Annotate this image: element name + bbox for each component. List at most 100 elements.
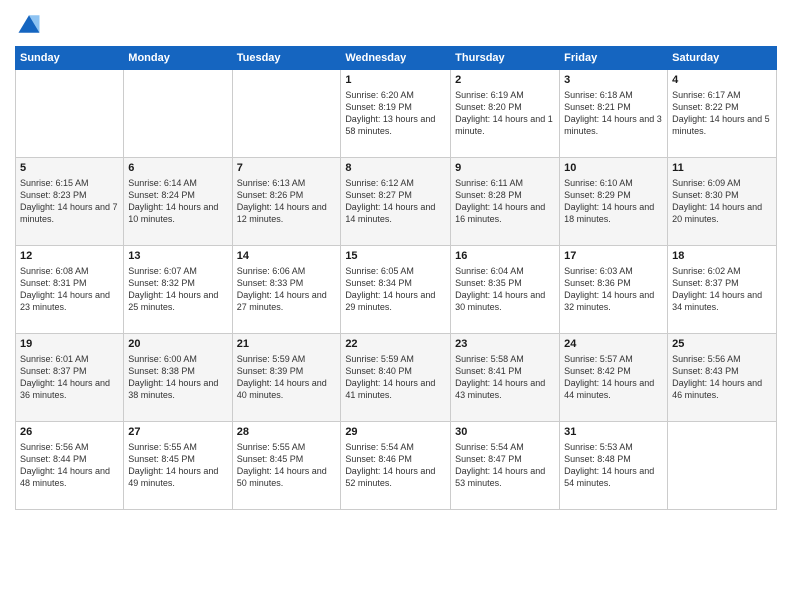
calendar-day-cell: 7Sunrise: 6:13 AMSunset: 8:26 PMDaylight…: [232, 158, 341, 246]
day-info: Sunrise: 6:08 AMSunset: 8:31 PMDaylight:…: [20, 265, 119, 314]
day-number: 31: [564, 425, 663, 440]
day-info: Sunrise: 5:55 AMSunset: 8:45 PMDaylight:…: [128, 441, 227, 490]
calendar-day-cell: 4Sunrise: 6:17 AMSunset: 8:22 PMDaylight…: [668, 70, 777, 158]
calendar-table: SundayMondayTuesdayWednesdayThursdayFrid…: [15, 46, 777, 510]
day-number: 7: [237, 161, 337, 176]
calendar-day-cell: 19Sunrise: 6:01 AMSunset: 8:37 PMDayligh…: [16, 334, 124, 422]
day-number: 14: [237, 249, 337, 264]
calendar-day-cell: 23Sunrise: 5:58 AMSunset: 8:41 PMDayligh…: [451, 334, 560, 422]
day-info: Sunrise: 6:06 AMSunset: 8:33 PMDaylight:…: [237, 265, 337, 314]
day-number: 4: [672, 73, 772, 88]
day-number: 24: [564, 337, 663, 352]
day-number: 1: [345, 73, 446, 88]
day-info: Sunrise: 6:18 AMSunset: 8:21 PMDaylight:…: [564, 89, 663, 138]
calendar-day-cell: 30Sunrise: 5:54 AMSunset: 8:47 PMDayligh…: [451, 422, 560, 510]
day-number: 27: [128, 425, 227, 440]
day-info: Sunrise: 6:05 AMSunset: 8:34 PMDaylight:…: [345, 265, 446, 314]
day-info: Sunrise: 6:03 AMSunset: 8:36 PMDaylight:…: [564, 265, 663, 314]
day-number: 10: [564, 161, 663, 176]
day-number: 22: [345, 337, 446, 352]
calendar-day-cell: 31Sunrise: 5:53 AMSunset: 8:48 PMDayligh…: [560, 422, 668, 510]
page: SundayMondayTuesdayWednesdayThursdayFrid…: [0, 0, 792, 612]
day-info: Sunrise: 5:53 AMSunset: 8:48 PMDaylight:…: [564, 441, 663, 490]
day-number: 9: [455, 161, 555, 176]
calendar-day-cell: 12Sunrise: 6:08 AMSunset: 8:31 PMDayligh…: [16, 246, 124, 334]
weekday-header: Sunday: [16, 47, 124, 70]
day-info: Sunrise: 6:15 AMSunset: 8:23 PMDaylight:…: [20, 177, 119, 226]
weekday-header: Tuesday: [232, 47, 341, 70]
calendar-day-cell: 11Sunrise: 6:09 AMSunset: 8:30 PMDayligh…: [668, 158, 777, 246]
calendar-day-cell: 13Sunrise: 6:07 AMSunset: 8:32 PMDayligh…: [124, 246, 232, 334]
calendar-day-cell: 5Sunrise: 6:15 AMSunset: 8:23 PMDaylight…: [16, 158, 124, 246]
calendar-day-cell: [16, 70, 124, 158]
day-info: Sunrise: 6:20 AMSunset: 8:19 PMDaylight:…: [345, 89, 446, 138]
calendar-day-cell: 1Sunrise: 6:20 AMSunset: 8:19 PMDaylight…: [341, 70, 451, 158]
calendar-week-row: 19Sunrise: 6:01 AMSunset: 8:37 PMDayligh…: [16, 334, 777, 422]
day-info: Sunrise: 6:17 AMSunset: 8:22 PMDaylight:…: [672, 89, 772, 138]
day-number: 29: [345, 425, 446, 440]
calendar-week-row: 1Sunrise: 6:20 AMSunset: 8:19 PMDaylight…: [16, 70, 777, 158]
day-number: 3: [564, 73, 663, 88]
calendar-day-cell: 28Sunrise: 5:55 AMSunset: 8:45 PMDayligh…: [232, 422, 341, 510]
day-info: Sunrise: 6:09 AMSunset: 8:30 PMDaylight:…: [672, 177, 772, 226]
header: [15, 10, 777, 38]
day-number: 8: [345, 161, 446, 176]
day-info: Sunrise: 5:56 AMSunset: 8:43 PMDaylight:…: [672, 353, 772, 402]
day-info: Sunrise: 5:54 AMSunset: 8:47 PMDaylight:…: [455, 441, 555, 490]
day-info: Sunrise: 5:59 AMSunset: 8:39 PMDaylight:…: [237, 353, 337, 402]
calendar-week-row: 26Sunrise: 5:56 AMSunset: 8:44 PMDayligh…: [16, 422, 777, 510]
calendar-day-cell: [668, 422, 777, 510]
day-number: 28: [237, 425, 337, 440]
calendar-day-cell: 22Sunrise: 5:59 AMSunset: 8:40 PMDayligh…: [341, 334, 451, 422]
calendar-day-cell: 24Sunrise: 5:57 AMSunset: 8:42 PMDayligh…: [560, 334, 668, 422]
calendar-week-row: 5Sunrise: 6:15 AMSunset: 8:23 PMDaylight…: [16, 158, 777, 246]
logo-icon: [15, 10, 43, 38]
calendar-day-cell: 17Sunrise: 6:03 AMSunset: 8:36 PMDayligh…: [560, 246, 668, 334]
weekday-header: Friday: [560, 47, 668, 70]
logo: [15, 10, 47, 38]
day-info: Sunrise: 6:11 AMSunset: 8:28 PMDaylight:…: [455, 177, 555, 226]
day-number: 26: [20, 425, 119, 440]
weekday-header: Thursday: [451, 47, 560, 70]
calendar-day-cell: 29Sunrise: 5:54 AMSunset: 8:46 PMDayligh…: [341, 422, 451, 510]
calendar-day-cell: 6Sunrise: 6:14 AMSunset: 8:24 PMDaylight…: [124, 158, 232, 246]
day-number: 19: [20, 337, 119, 352]
calendar-day-cell: 18Sunrise: 6:02 AMSunset: 8:37 PMDayligh…: [668, 246, 777, 334]
day-info: Sunrise: 6:14 AMSunset: 8:24 PMDaylight:…: [128, 177, 227, 226]
day-info: Sunrise: 6:19 AMSunset: 8:20 PMDaylight:…: [455, 89, 555, 138]
day-info: Sunrise: 6:01 AMSunset: 8:37 PMDaylight:…: [20, 353, 119, 402]
day-info: Sunrise: 5:56 AMSunset: 8:44 PMDaylight:…: [20, 441, 119, 490]
day-number: 15: [345, 249, 446, 264]
day-number: 17: [564, 249, 663, 264]
calendar-day-cell: 10Sunrise: 6:10 AMSunset: 8:29 PMDayligh…: [560, 158, 668, 246]
calendar-day-cell: 8Sunrise: 6:12 AMSunset: 8:27 PMDaylight…: [341, 158, 451, 246]
day-info: Sunrise: 6:00 AMSunset: 8:38 PMDaylight:…: [128, 353, 227, 402]
day-info: Sunrise: 6:13 AMSunset: 8:26 PMDaylight:…: [237, 177, 337, 226]
weekday-header: Wednesday: [341, 47, 451, 70]
calendar-day-cell: 20Sunrise: 6:00 AMSunset: 8:38 PMDayligh…: [124, 334, 232, 422]
day-info: Sunrise: 5:55 AMSunset: 8:45 PMDaylight:…: [237, 441, 337, 490]
calendar-day-cell: 3Sunrise: 6:18 AMSunset: 8:21 PMDaylight…: [560, 70, 668, 158]
calendar-day-cell: 14Sunrise: 6:06 AMSunset: 8:33 PMDayligh…: [232, 246, 341, 334]
calendar-day-cell: 25Sunrise: 5:56 AMSunset: 8:43 PMDayligh…: [668, 334, 777, 422]
calendar-day-cell: 21Sunrise: 5:59 AMSunset: 8:39 PMDayligh…: [232, 334, 341, 422]
calendar-day-cell: 15Sunrise: 6:05 AMSunset: 8:34 PMDayligh…: [341, 246, 451, 334]
day-info: Sunrise: 6:12 AMSunset: 8:27 PMDaylight:…: [345, 177, 446, 226]
day-number: 20: [128, 337, 227, 352]
calendar-day-cell: 27Sunrise: 5:55 AMSunset: 8:45 PMDayligh…: [124, 422, 232, 510]
day-number: 11: [672, 161, 772, 176]
day-info: Sunrise: 5:59 AMSunset: 8:40 PMDaylight:…: [345, 353, 446, 402]
day-info: Sunrise: 6:04 AMSunset: 8:35 PMDaylight:…: [455, 265, 555, 314]
day-number: 23: [455, 337, 555, 352]
calendar-week-row: 12Sunrise: 6:08 AMSunset: 8:31 PMDayligh…: [16, 246, 777, 334]
calendar-header-row: SundayMondayTuesdayWednesdayThursdayFrid…: [16, 47, 777, 70]
day-number: 12: [20, 249, 119, 264]
calendar-day-cell: 2Sunrise: 6:19 AMSunset: 8:20 PMDaylight…: [451, 70, 560, 158]
day-number: 21: [237, 337, 337, 352]
day-number: 5: [20, 161, 119, 176]
day-number: 13: [128, 249, 227, 264]
calendar-day-cell: 9Sunrise: 6:11 AMSunset: 8:28 PMDaylight…: [451, 158, 560, 246]
day-info: Sunrise: 5:54 AMSunset: 8:46 PMDaylight:…: [345, 441, 446, 490]
weekday-header: Monday: [124, 47, 232, 70]
day-info: Sunrise: 6:10 AMSunset: 8:29 PMDaylight:…: [564, 177, 663, 226]
